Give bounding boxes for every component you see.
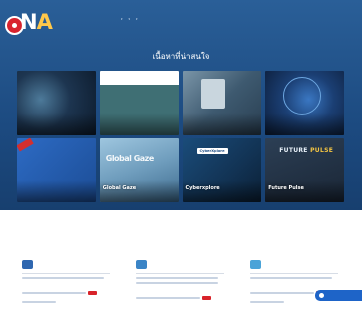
chat-icon xyxy=(319,293,324,298)
card-title: Future Pulse xyxy=(268,185,304,191)
main-nav: ▾ ▾ ▾ xyxy=(115,17,153,21)
news-column xyxy=(22,260,110,306)
divider xyxy=(22,273,110,274)
newspaper-icon xyxy=(136,260,147,269)
nav-item-3[interactable]: ▾ xyxy=(128,17,131,21)
news-item-link[interactable] xyxy=(136,282,218,284)
chevron-down-icon: ▾ xyxy=(136,17,138,21)
column-header[interactable] xyxy=(22,260,110,269)
card-shade xyxy=(265,113,344,135)
card-title: Global Gaze xyxy=(102,185,137,191)
news-item-meta xyxy=(250,301,284,303)
feature-card[interactable] xyxy=(99,71,179,135)
hero-banner: NA ▾ ▾ ▾ เนื้อหาที่น่าสนใจ Global Gaze G… xyxy=(0,0,362,210)
card-wordmark: FUTURE PULSE xyxy=(279,147,334,154)
globe-icon xyxy=(283,77,322,115)
feature-card[interactable]: FUTURE PULSE Future Pulse xyxy=(265,138,344,202)
news-item-link[interactable] xyxy=(136,297,200,299)
news-section xyxy=(22,260,342,306)
announcement-icon xyxy=(250,260,261,269)
card-overlay-word: Global Gaze xyxy=(105,154,155,163)
new-badge xyxy=(88,290,97,295)
card-banner xyxy=(99,71,179,85)
new-badge xyxy=(202,295,211,300)
news-item-link[interactable] xyxy=(22,277,104,279)
chevron-down-icon: ▾ xyxy=(121,17,123,21)
nav-item-2[interactable]: ▾ xyxy=(120,17,123,21)
column-header[interactable] xyxy=(250,260,338,269)
news-item-link[interactable] xyxy=(136,277,218,279)
megaphone-icon xyxy=(22,260,33,269)
site-logo[interactable]: NA xyxy=(5,4,83,40)
feature-card[interactable] xyxy=(182,71,262,135)
feature-card-grid: Global Gaze Global Gaze CyberXplore Cybe… xyxy=(17,71,344,202)
feature-card[interactable] xyxy=(17,71,96,135)
news-column xyxy=(136,260,224,306)
card-shade xyxy=(265,180,344,202)
card-shade xyxy=(99,113,179,135)
card-title: Cyberxplore xyxy=(185,185,220,191)
logo-wordmark: NA xyxy=(20,10,53,34)
feature-card[interactable]: Global Gaze Global Gaze xyxy=(99,138,179,202)
card-shade xyxy=(182,180,262,202)
card-shade xyxy=(99,180,179,202)
divider xyxy=(250,273,338,274)
card-shade xyxy=(17,180,96,202)
feature-card[interactable] xyxy=(265,71,344,135)
news-item-link[interactable] xyxy=(250,292,314,294)
card-shade xyxy=(182,113,262,135)
nav-item-4[interactable]: ▾ xyxy=(135,17,138,21)
card-ribbon xyxy=(17,138,34,152)
column-header[interactable] xyxy=(136,260,224,269)
section-heading: เนื้อหาที่น่าสนใจ xyxy=(152,52,210,61)
phone-illustration-icon xyxy=(200,79,225,109)
news-item-row xyxy=(22,282,110,301)
card-shade xyxy=(17,113,96,135)
divider xyxy=(136,273,224,274)
feature-card[interactable]: CyberXplore Cyberxplore xyxy=(182,138,262,202)
chevron-down-icon: ▾ xyxy=(128,17,131,21)
feature-card[interactable] xyxy=(17,138,96,202)
news-item-row xyxy=(136,287,224,306)
news-item-link[interactable] xyxy=(22,292,86,294)
news-item-link[interactable] xyxy=(250,277,332,279)
news-item-meta xyxy=(22,301,56,303)
chat-button[interactable] xyxy=(315,290,362,301)
card-badge: CyberXplore xyxy=(196,148,228,154)
